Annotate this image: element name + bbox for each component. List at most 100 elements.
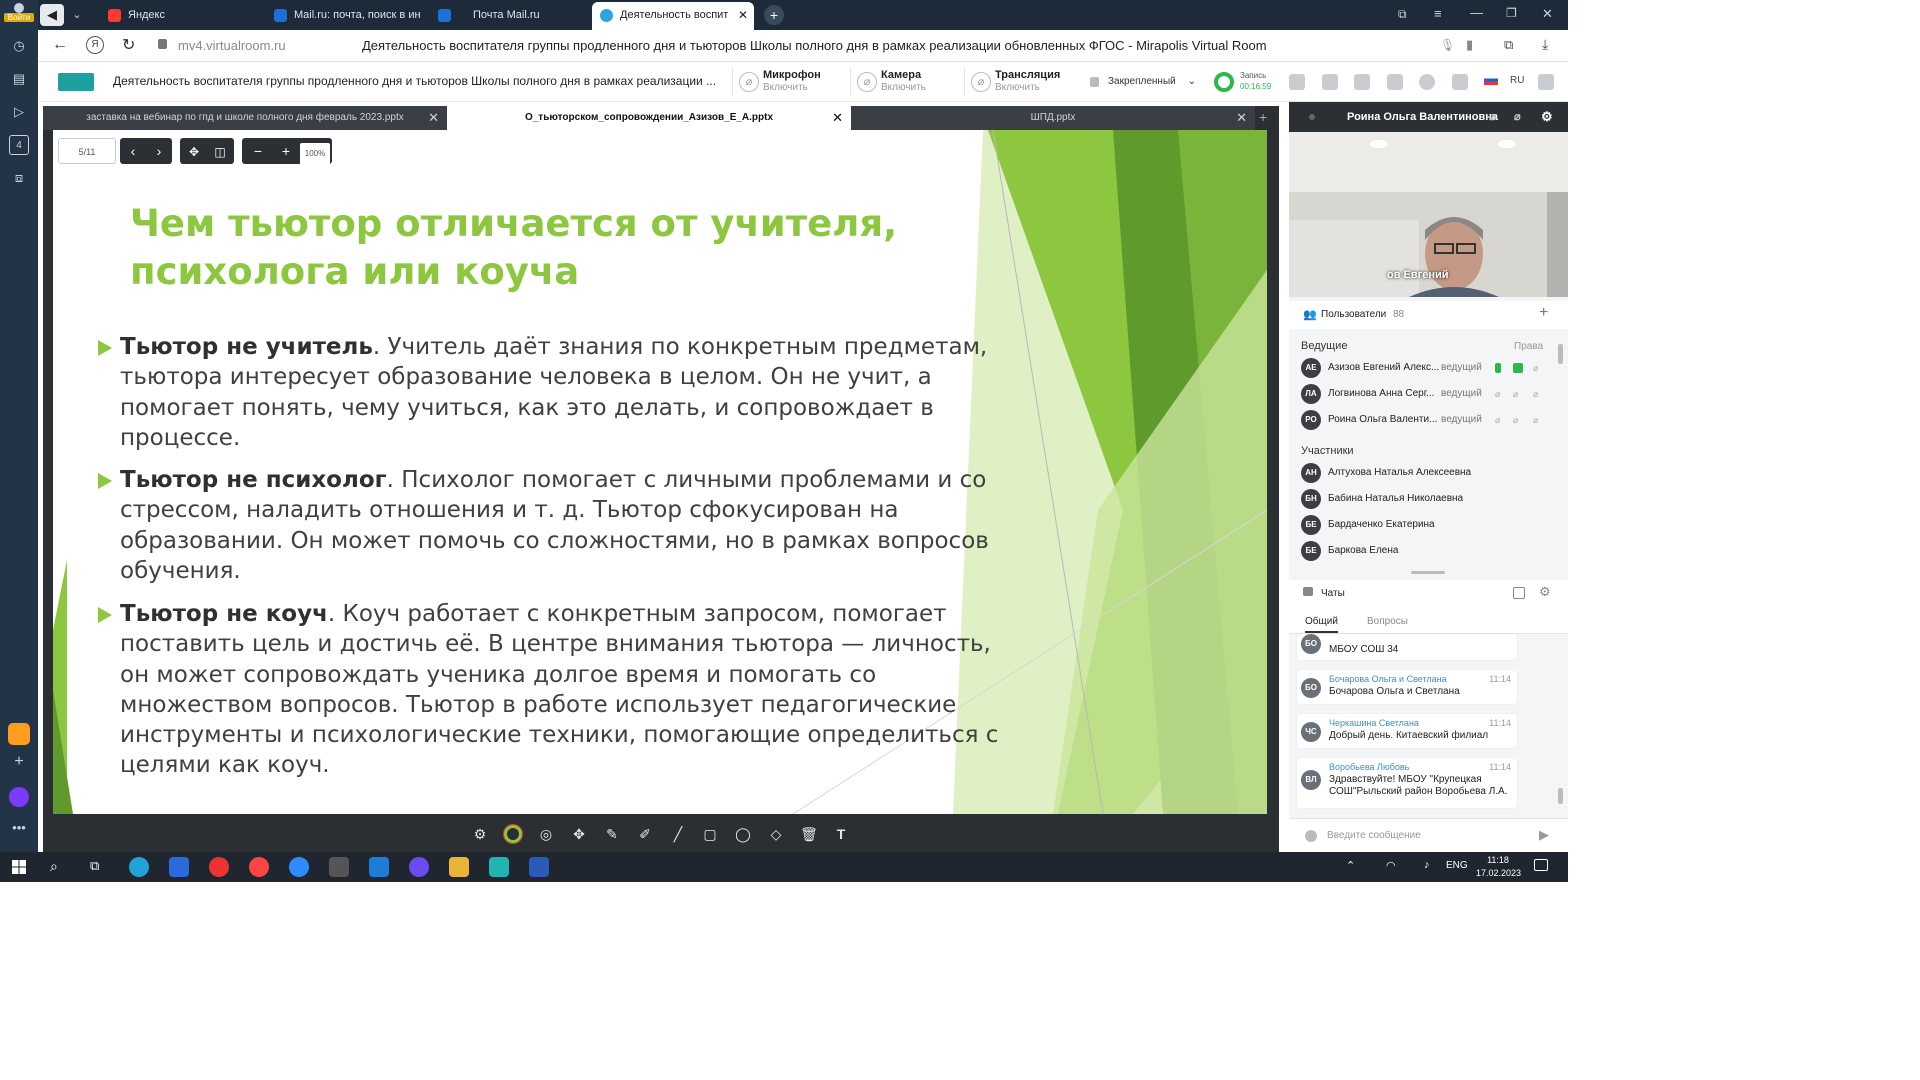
close-icon[interactable]: ✕ — [428, 106, 439, 130]
rectangle-icon[interactable]: ▢ — [701, 825, 719, 843]
settings-icon[interactable]: ⚙ — [471, 825, 489, 843]
presentation-tab[interactable]: заставка на вебинар по гпд и школе полно… — [43, 106, 447, 130]
chat-archive-icon[interactable] — [1513, 587, 1525, 599]
color-picker-icon[interactable] — [504, 825, 522, 843]
collections-icon[interactable]: ⧉ — [1504, 37, 1513, 53]
broadcast-control[interactable]: ⌀ Трансляция Включить — [964, 68, 1074, 96]
participant-row[interactable]: БН Бабина Наталья Николаевна — [1301, 487, 1556, 511]
bookmark-icon[interactable]: ▮ — [1466, 37, 1473, 53]
add-icon[interactable]: + — [9, 752, 29, 772]
add-presentation-icon[interactable]: + — [1259, 109, 1267, 125]
history-icon[interactable]: ◷ — [9, 36, 29, 56]
tray-language[interactable]: ENG — [1446, 860, 1468, 871]
trash-icon[interactable]: 🗑 — [800, 825, 818, 843]
host-row[interactable]: ЛА Логвинова Анна Серг... ведущий ⌀ ⌀ ⌀ — [1301, 382, 1556, 406]
ellipse-icon[interactable]: ◯ — [734, 825, 752, 843]
store-icon[interactable] — [169, 857, 189, 877]
more-icon[interactable]: ••• — [9, 818, 29, 838]
edge-icon[interactable] — [129, 857, 149, 877]
presentation-tab[interactable]: ШПД.pptx ✕ — [851, 106, 1255, 130]
windows-start-icon[interactable] — [12, 860, 26, 874]
download-icon[interactable]: ⤓ — [1542, 36, 1548, 53]
message-input[interactable]: Введите сообщение — [1327, 830, 1421, 841]
flag-icon[interactable] — [1484, 75, 1498, 85]
record-indicator[interactable]: Запись 00:16:59 — [1214, 70, 1276, 94]
mail-icon[interactable] — [369, 857, 389, 877]
participant-row[interactable]: БЕ Баркова Елена — [1301, 539, 1556, 563]
word-icon[interactable] — [529, 857, 549, 877]
zoom-level[interactable]: 100% — [300, 143, 330, 165]
camera-off-icon[interactable]: ⌀ — [1514, 102, 1521, 132]
layout-grid-icon[interactable] — [1289, 74, 1305, 90]
sound-toggle-button[interactable]: ◀ — [40, 4, 64, 26]
notifications-icon[interactable] — [1534, 859, 1548, 871]
close-icon[interactable]: ✕ — [832, 106, 843, 130]
camera-off-icon[interactable]: ⌀ — [1513, 389, 1523, 399]
screenshot-icon[interactable]: ⧈ — [9, 168, 29, 188]
move-icon[interactable]: ✥ — [570, 825, 588, 843]
minimize-icon[interactable]: — — [1470, 5, 1483, 20]
pointer-icon[interactable]: ◎ — [537, 825, 555, 843]
send-icon[interactable]: ▶ — [1539, 827, 1549, 843]
pencil-icon[interactable]: ✎ — [603, 825, 621, 843]
camera-on-icon[interactable] — [1513, 363, 1523, 373]
bookmark-manager-icon[interactable]: ⧉ — [1398, 7, 1407, 22]
users-icon[interactable] — [1387, 74, 1403, 90]
mail-app-icon[interactable] — [8, 723, 30, 745]
microphone-control[interactable]: ⌀ Микрофон Включить — [732, 68, 832, 96]
zoom-in-icon[interactable]: + — [272, 138, 300, 164]
gear-icon[interactable]: ⚙ — [1539, 584, 1551, 600]
host-row[interactable]: АЕ Азизов Евгений Алекс... ведущий ⌀ — [1301, 356, 1556, 380]
zoom-controls[interactable]: − +100% — [242, 138, 332, 165]
document-icon[interactable] — [1322, 74, 1338, 90]
yandex-logo-icon[interactable]: Я — [86, 36, 104, 54]
close-window-icon[interactable]: ✕ — [1542, 6, 1553, 22]
fit-controls[interactable]: ✥ ◫ — [180, 138, 234, 164]
play-icon[interactable]: ▷ — [9, 102, 29, 122]
file-explorer-icon[interactable] — [449, 857, 469, 877]
yandex-browser-icon[interactable] — [209, 857, 229, 877]
users-scrollbar[interactable] — [1558, 344, 1563, 364]
text-tool-icon[interactable]: T — [832, 825, 850, 843]
login-button[interactable]: Войти — [4, 2, 34, 26]
alice-icon[interactable] — [9, 787, 29, 807]
reload-icon[interactable]: ↻ — [122, 35, 135, 55]
menu-icon[interactable]: ≡ — [1434, 6, 1442, 21]
language-label[interactable]: RU — [1510, 75, 1524, 86]
maximize-icon[interactable]: ❐ — [1506, 6, 1517, 20]
line-icon[interactable]: ╱ — [669, 825, 687, 843]
yandex-icon[interactable] — [249, 857, 269, 877]
panel-resize-handle[interactable] — [1411, 571, 1445, 574]
network-icon[interactable] — [1452, 74, 1468, 90]
chat-tab-general[interactable]: Общий — [1305, 616, 1338, 633]
collections-icon[interactable]: ▤ — [9, 69, 29, 89]
zoom-out-icon[interactable]: − — [244, 138, 272, 164]
camera-control[interactable]: ⌀ Камера Включить — [850, 68, 952, 96]
tab-mail-pochta[interactable]: Почта Mail.ru — [430, 2, 588, 30]
gear-icon[interactable]: ⚙ — [1541, 102, 1553, 132]
tab-mailru[interactable]: Mail.ru: почта, поиск в ин — [266, 2, 426, 30]
mic-off-icon[interactable]: ⌀ — [1489, 102, 1496, 132]
volume-icon[interactable]: ♪ — [1424, 859, 1430, 871]
tab-mirapolis[interactable]: Деятельность воспит ✕ — [592, 2, 754, 30]
presentation-tab-active[interactable]: О_тьюторском_сопровождении_Азизов_Е_А.pp… — [447, 106, 851, 130]
screen-share-icon[interactable]: ⌀ — [1533, 415, 1543, 425]
badge-4[interactable]: 4 — [9, 135, 29, 155]
messenger-icon[interactable] — [409, 857, 429, 877]
panel-toggle-icon[interactable] — [1538, 74, 1554, 90]
app-icon[interactable] — [489, 857, 509, 877]
chat-scrollbar[interactable] — [1558, 788, 1563, 804]
chat-tab-questions[interactable]: Вопросы — [1367, 616, 1408, 627]
tab-yandex[interactable]: Яндекс — [100, 2, 262, 30]
mic-off-icon[interactable]: ⌀ — [1495, 389, 1505, 399]
screen-share-icon[interactable]: ⌀ — [1533, 389, 1543, 399]
mic-off-icon[interactable]: ⌀ — [1495, 415, 1505, 425]
task-view-icon[interactable]: ⧉ — [90, 858, 99, 874]
close-icon[interactable]: ✕ — [1236, 106, 1247, 130]
add-user-icon[interactable]: + — [1539, 304, 1548, 322]
back-icon[interactable]: ← — [52, 36, 68, 54]
page-indicator-field[interactable]: 5/11 — [58, 138, 116, 164]
box-icon[interactable] — [329, 857, 349, 877]
url-field[interactable]: mv4.virtualroom.ru — [178, 38, 286, 53]
new-tab-button[interactable]: + — [764, 5, 784, 25]
